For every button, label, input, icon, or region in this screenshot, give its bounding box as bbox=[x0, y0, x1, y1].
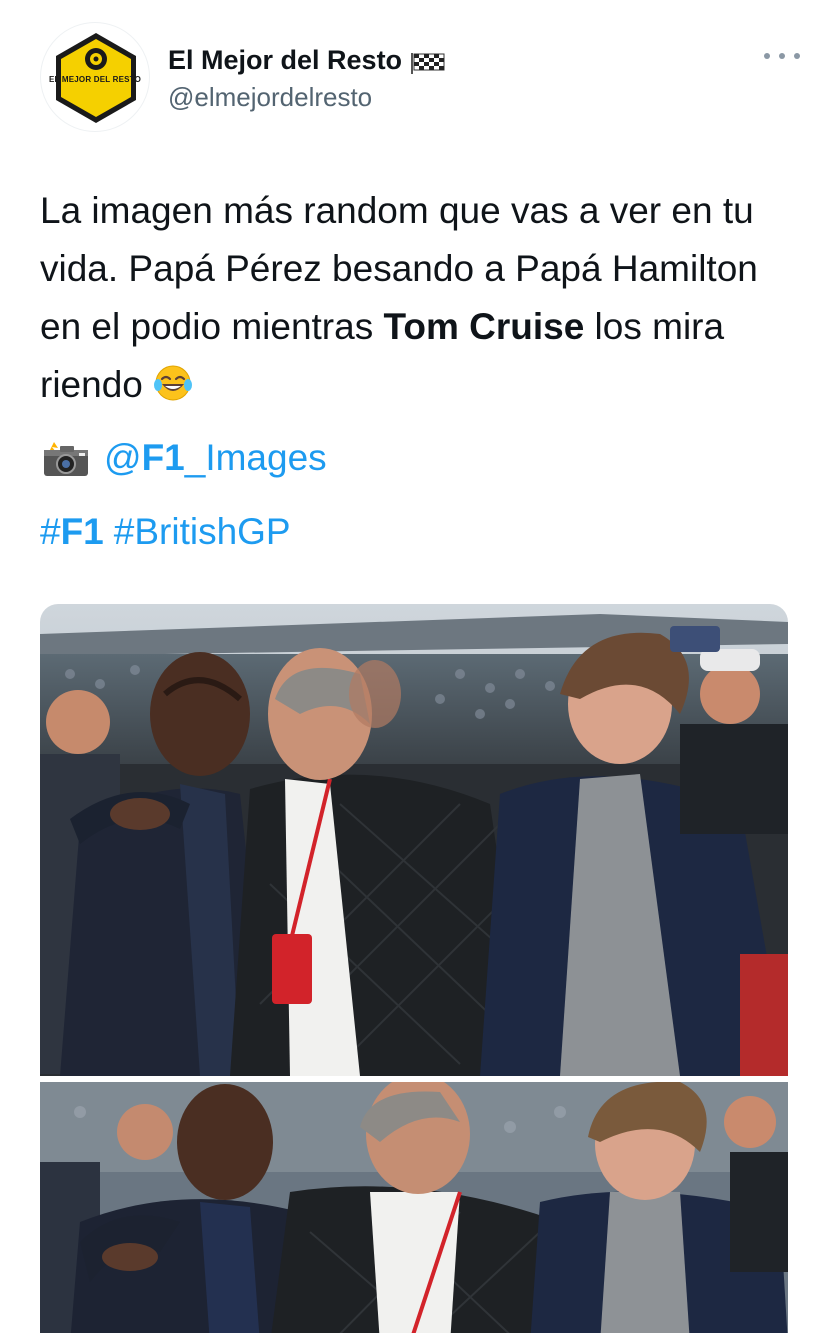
checkered-flag-icon bbox=[410, 49, 446, 74]
display-name[interactable]: El Mejor del Resto bbox=[168, 44, 402, 76]
photo-credit: @F1_Images bbox=[40, 432, 327, 484]
camera-flash-icon bbox=[40, 438, 92, 478]
tweet-text-bold-name: Tom Cruise bbox=[383, 306, 585, 347]
display-name-row[interactable]: El Mejor del Resto bbox=[168, 44, 446, 76]
hashtag-britishgp-link[interactable]: #BritishGP bbox=[114, 511, 291, 552]
dot bbox=[794, 53, 800, 59]
hashtag-bold: F1 bbox=[60, 511, 104, 552]
tweet-header: EL MEJOR DEL RESTO El Mejor del Resto @e… bbox=[40, 22, 800, 132]
hashtag-prefix: # bbox=[113, 511, 135, 552]
photo-top[interactable] bbox=[40, 604, 788, 1076]
more-dots-icon[interactable] bbox=[764, 46, 800, 66]
hashtag-rest: BritishGP bbox=[134, 511, 291, 552]
tweet-text: La imagen más random que vas a ver en tu… bbox=[40, 182, 800, 414]
hashtag-f1-link[interactable]: #F1 bbox=[40, 511, 104, 552]
hashtags: #F1 #BritishGP bbox=[40, 506, 291, 558]
tears-of-joy-emoji-icon bbox=[153, 362, 193, 402]
avatar-logo-text: EL MEJOR DEL RESTO bbox=[48, 75, 142, 84]
account-handle[interactable]: @elmejordelresto bbox=[168, 82, 446, 112]
f1-images-mention-link[interactable]: @F1_Images bbox=[104, 432, 327, 484]
dot bbox=[764, 53, 770, 59]
photo-bottom[interactable] bbox=[40, 1082, 788, 1333]
hashtag-prefix: # bbox=[40, 511, 61, 552]
mention-bold: F1 bbox=[141, 437, 185, 478]
mention-rest: _Images bbox=[184, 437, 327, 478]
account-names: El Mejor del Resto @elmejordelresto bbox=[168, 44, 446, 112]
tweet-media[interactable] bbox=[40, 604, 788, 1333]
mention-prefix: @ bbox=[104, 437, 142, 478]
dot bbox=[779, 53, 785, 59]
avatar[interactable]: EL MEJOR DEL RESTO bbox=[40, 22, 150, 132]
